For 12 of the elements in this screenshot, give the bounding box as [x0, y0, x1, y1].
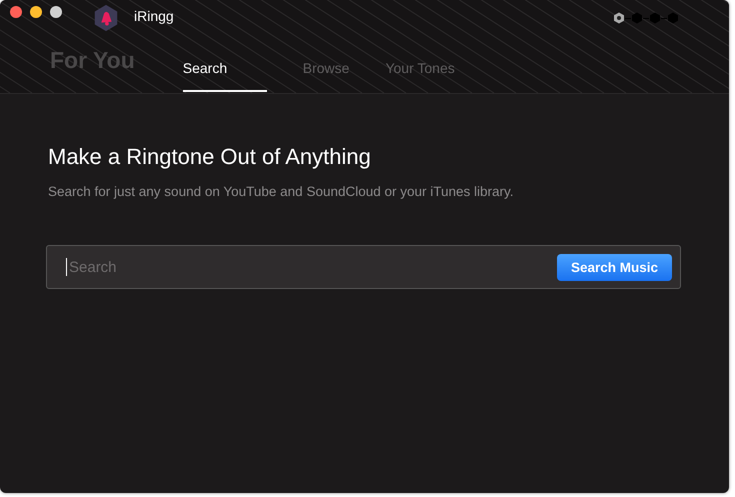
search-music-button[interactable]: Search Music [556, 254, 672, 280]
tab[interactable]: Browse [302, 60, 350, 92]
close-button[interactable] [10, 6, 22, 18]
minimize-button[interactable] [30, 6, 42, 18]
tab[interactable]: Your Tones [385, 60, 455, 92]
bell-logo-icon [92, 4, 120, 32]
window-title: iRingg [134, 8, 174, 24]
search-field[interactable]: Search Search Music [46, 245, 681, 289]
tab[interactable]: Search [182, 60, 267, 92]
heading: Make a Ringtone Out of Anything [48, 144, 372, 170]
subtitle: Search for just any sound on YouTube and SoundCloud or your iTunes library. [48, 184, 515, 199]
zoom-button[interactable] [50, 6, 62, 18]
